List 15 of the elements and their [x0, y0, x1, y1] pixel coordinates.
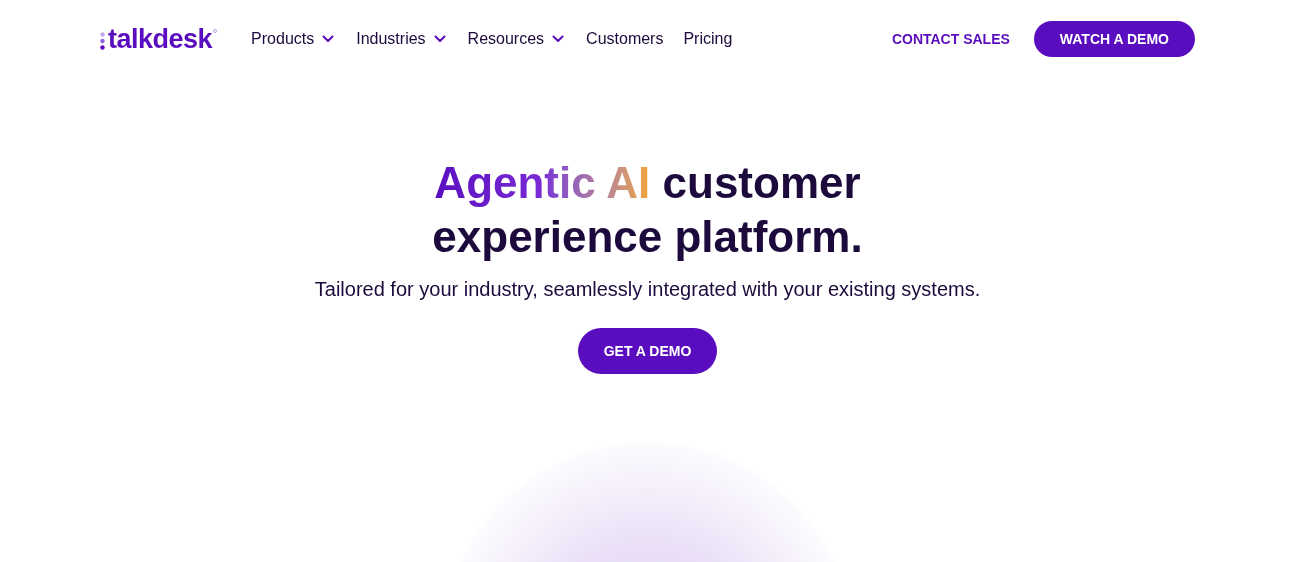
chevron-down-icon	[322, 35, 335, 43]
hero-subtitle: Tailored for your industry, seamlessly integrated with your existing systems.	[314, 277, 981, 302]
nav-link[interactable]: Products	[251, 27, 335, 51]
chevron-down-icon	[552, 35, 565, 43]
nav-link[interactable]: Pricing	[683, 27, 733, 51]
nav-link[interactable]: Resources	[467, 27, 565, 51]
hero-headline: Agentic AI customer experience platform.	[431, 157, 864, 263]
chevron-down-icon	[433, 35, 446, 43]
nav-link[interactable]: Customers	[586, 27, 664, 51]
contact-sales-link[interactable]: CONTACT SALES	[891, 28, 1010, 50]
logo-dots-icon	[100, 31, 105, 50]
get-demo-button[interactable]: GET A DEMO	[577, 328, 718, 374]
nav-link[interactable]: Industries	[356, 27, 446, 51]
watch-demo-button[interactable]: WATCH A DEMO	[1033, 21, 1195, 57]
logo[interactable]: talkdesk	[108, 25, 213, 53]
